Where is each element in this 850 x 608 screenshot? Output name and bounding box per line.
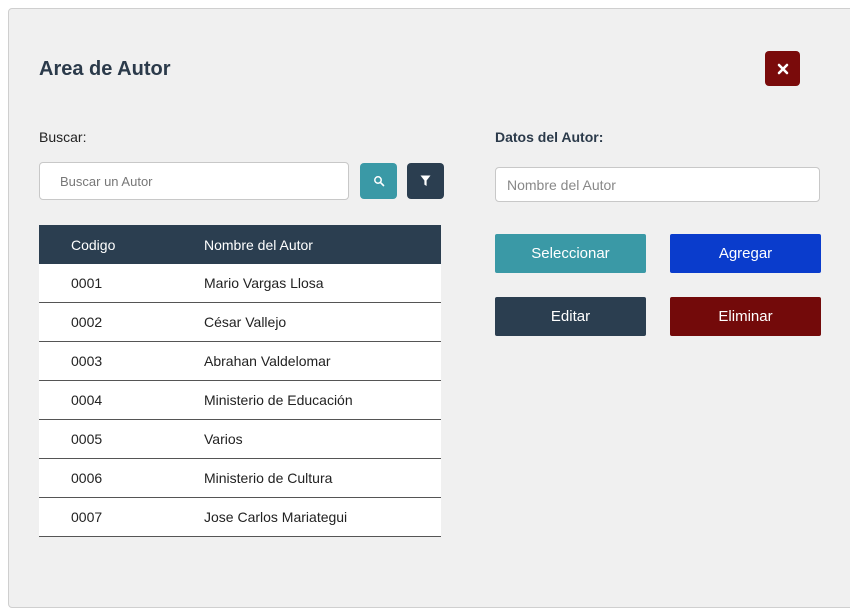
row-name: Ministerio de Educación	[204, 392, 353, 408]
edit-button[interactable]: Editar	[495, 297, 646, 336]
table-row[interactable]: 0006 Ministerio de Cultura	[39, 459, 441, 498]
table-row[interactable]: 0007 Jose Carlos Mariategui	[39, 498, 441, 537]
row-name: Ministerio de Cultura	[204, 470, 333, 486]
row-code: 0007	[71, 509, 103, 525]
column-header-name: Nombre del Autor	[204, 236, 313, 253]
close-button[interactable]	[765, 51, 800, 86]
table-header: Codigo Nombre del Autor	[39, 225, 441, 264]
close-icon	[777, 63, 788, 74]
row-name: César Vallejo	[204, 314, 287, 330]
search-label: Buscar:	[39, 129, 87, 145]
table-row[interactable]: 0002 César Vallejo	[39, 303, 441, 342]
delete-button[interactable]: Eliminar	[670, 297, 821, 336]
row-name: Abrahan Valdelomar	[204, 353, 331, 369]
author-name-input[interactable]	[495, 167, 820, 202]
row-code: 0003	[71, 353, 103, 369]
add-button[interactable]: Agregar	[670, 234, 821, 273]
row-name: Mario Vargas Llosa	[204, 275, 324, 291]
page-title: Area de Autor	[39, 58, 171, 80]
filter-icon	[420, 175, 431, 186]
table-row[interactable]: 0003 Abrahan Valdelomar	[39, 342, 441, 381]
table-row[interactable]: 0005 Varios	[39, 420, 441, 459]
search-input[interactable]	[39, 162, 349, 200]
row-name: Varios	[204, 431, 243, 447]
table-row[interactable]: 0004 Ministerio de Educación	[39, 381, 441, 420]
row-code: 0004	[71, 392, 103, 408]
filter-button[interactable]	[407, 163, 444, 199]
search-button[interactable]	[360, 163, 397, 199]
author-table: Codigo Nombre del Autor 0001 Mario Varga…	[39, 225, 441, 537]
details-label: Datos del Autor:	[495, 129, 604, 145]
row-code: 0006	[71, 470, 103, 486]
select-button[interactable]: Seleccionar	[495, 234, 646, 273]
table-row[interactable]: 0001 Mario Vargas Llosa	[39, 264, 441, 303]
row-code: 0005	[71, 431, 103, 447]
row-code: 0001	[71, 275, 103, 291]
row-code: 0002	[71, 314, 103, 330]
column-header-code: Codigo	[71, 236, 116, 253]
row-name: Jose Carlos Mariategui	[204, 509, 348, 525]
search-icon	[373, 176, 384, 187]
